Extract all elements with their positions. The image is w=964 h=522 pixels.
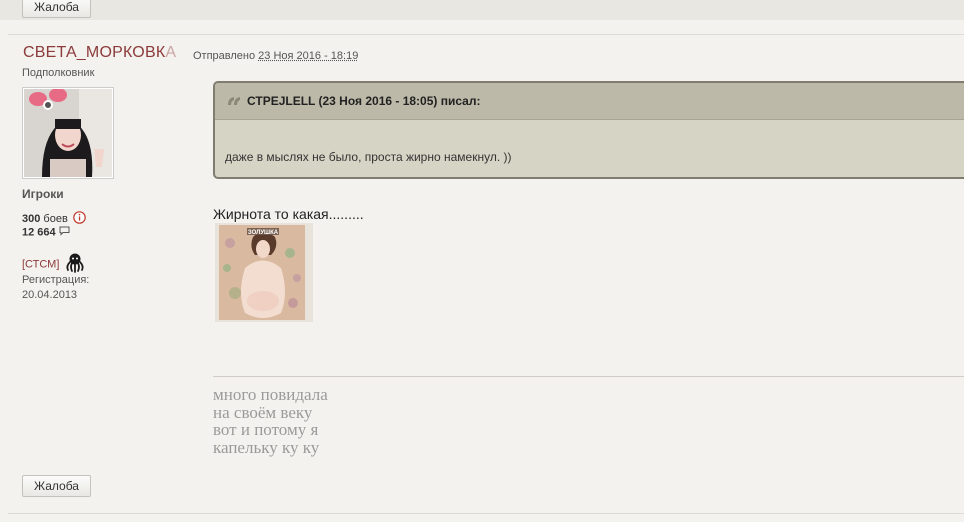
registration-label: Регистрация: [22, 274, 90, 286]
avatar[interactable] [22, 87, 114, 179]
registration-date: 20.04.2013 [22, 289, 78, 301]
author-name-main: СВЕТА_МОРКОВК [23, 44, 166, 61]
battles-value: 300 [22, 212, 41, 225]
member-group: Игроки [22, 187, 64, 201]
report-button[interactable]: Жалоба [22, 475, 91, 497]
posted-label: Отправлено [193, 50, 256, 62]
quote-icon [227, 94, 241, 109]
battles-label: боев [43, 212, 68, 225]
battles-stat: 300 боев [22, 211, 86, 227]
clan-tag-link[interactable]: [СТСМ] [22, 258, 59, 270]
report-button-previous[interactable]: Жалоба [22, 0, 91, 18]
post-meta: Отправлено 23 Ноя 2016 - 18:19 [193, 50, 358, 62]
post-separator-top [8, 34, 964, 35]
author-rank: Подполковник [22, 67, 95, 79]
quote-author: СТРЕJLELL (23 Ноя 2016 - 18:05) писал: [247, 94, 481, 108]
signature-divider [213, 376, 964, 377]
posts-stat: 12 664 [22, 226, 70, 239]
quote-text: даже в мыслях не было, проста жирно наме… [225, 150, 512, 164]
quote-header: СТРЕJLELL (23 Ноя 2016 - 18:05) писал: [215, 83, 964, 120]
author-name-fade: А [165, 44, 177, 61]
signature-line: много повидала [213, 385, 328, 404]
info-circle-icon[interactable] [73, 211, 86, 227]
image-caption: ЗОЛУШКА [248, 230, 279, 236]
previous-post-footer [0, 0, 964, 20]
signature-line: капельку ку ку [213, 437, 320, 457]
signature: много повидала на своём веку вот и потом… [213, 386, 328, 456]
registration: Регистрация: 20.04.2013 [22, 273, 89, 303]
author-name-link[interactable]: СВЕТА_МОРКОВКА [23, 44, 176, 62]
posts-value: 12 664 [22, 226, 56, 239]
avatar-image [24, 89, 112, 177]
post-date-link[interactable]: 23 Ноя 2016 - 18:19 [258, 50, 358, 62]
post-text: Жирнота то какая......... [213, 206, 364, 222]
post-image[interactable]: ЗОЛУШКА [215, 223, 313, 322]
signature-line: вот и потому я [213, 420, 319, 439]
speech-bubble-icon [59, 226, 70, 239]
quote-block: СТРЕJLELL (23 Ноя 2016 - 18:05) писал: д… [213, 81, 964, 179]
signature-line: на своём веку [213, 402, 313, 422]
post-separator-bottom [8, 513, 964, 514]
